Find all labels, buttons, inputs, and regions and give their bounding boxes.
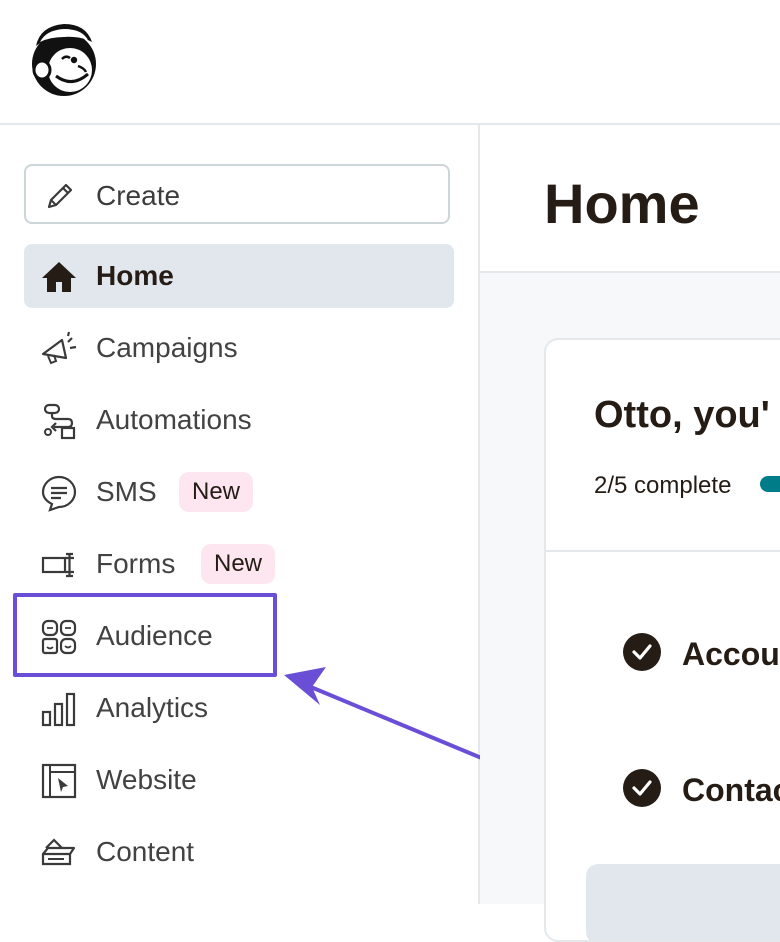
card-footer-panel (586, 864, 780, 940)
sidebar-item-content[interactable]: Content (24, 820, 454, 884)
create-button-label: Create (96, 180, 181, 211)
task-item[interactable]: Contac (622, 768, 780, 812)
sidebar-item-label: Campaigns (96, 332, 238, 363)
sidebar-item-sms[interactable]: SMS New (24, 460, 454, 524)
audience-highlight-box (13, 593, 277, 677)
megaphone-icon (41, 331, 77, 365)
pencil-icon (47, 183, 73, 209)
top-bar (0, 0, 780, 125)
sidebar-item-forms[interactable]: Forms New (24, 532, 454, 596)
task-label: Contac (682, 772, 780, 808)
progress-bar (760, 476, 780, 492)
sidebar-item-label: SMS (96, 476, 157, 507)
check-circle-icon (623, 633, 661, 671)
new-badge: New (201, 544, 276, 584)
sidebar-item-home[interactable]: Home (24, 244, 454, 308)
website-icon (41, 763, 77, 799)
form-icon (41, 552, 74, 578)
automations-icon (43, 403, 76, 440)
sidebar-item-automations[interactable]: Automations (24, 388, 454, 452)
sidebar-item-label: Analytics (96, 692, 209, 723)
sidebar-item-campaigns[interactable]: Campaigns (24, 316, 454, 380)
sidebar-item-label: Home (96, 260, 174, 291)
page-header: Home (480, 125, 780, 273)
progress-text: 2/5 complete (594, 472, 732, 499)
task-label: Accou (682, 636, 780, 672)
card-divider (546, 550, 780, 552)
chat-bubble-icon (41, 475, 77, 512)
page-title: Home (544, 172, 700, 235)
mailchimp-logo-icon[interactable] (26, 20, 102, 98)
onboarding-card: Otto, you' 2/5 complete Accou Contac (544, 338, 780, 942)
home-icon (42, 262, 76, 292)
card-title: Otto, you' (594, 394, 770, 436)
sidebar-item-label: Website (96, 764, 197, 795)
sidebar-item-label: Forms (96, 548, 176, 579)
task-item[interactable]: Accou (622, 632, 780, 676)
content-icon (41, 838, 76, 866)
sidebar-item-label: Content (96, 836, 195, 867)
bar-chart-icon (41, 692, 76, 727)
main-content: Home Otto, you' 2/5 complete Accou Conta… (480, 125, 780, 942)
check-circle-icon (623, 769, 661, 807)
new-badge: New (179, 472, 254, 512)
create-button[interactable]: Create (24, 164, 450, 224)
sidebar-item-label: Automations (96, 404, 252, 435)
